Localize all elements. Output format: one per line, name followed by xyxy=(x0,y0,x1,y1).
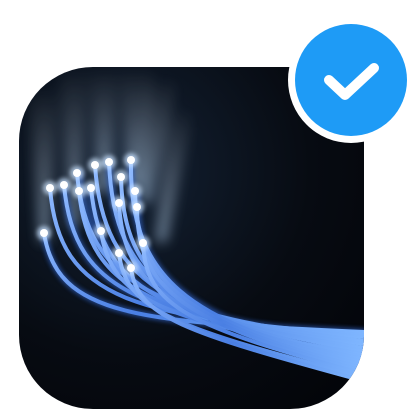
verified-badge xyxy=(295,24,407,136)
screen xyxy=(0,0,411,409)
check-mark-icon xyxy=(324,63,379,100)
